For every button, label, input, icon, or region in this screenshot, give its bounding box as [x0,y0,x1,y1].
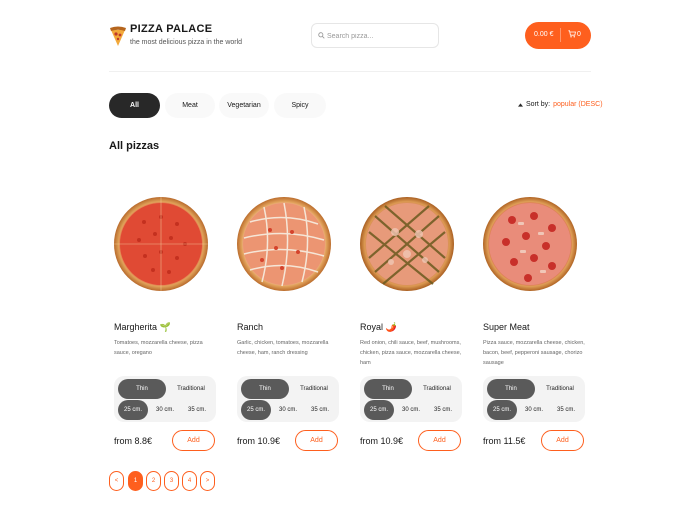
pizza-card: Super Meat Pizza sauce, mozzarella chees… [478,172,585,457]
size-25[interactable]: 25 cm. [487,400,517,420]
header: PIZZA PALACE the most delicious pizza in… [109,22,591,54]
pizza-price: from 10.9€ [237,436,281,446]
dough-thin[interactable]: Thin [487,379,535,399]
pizza-name-text: Margherita [114,322,158,332]
pizza-options: Thin Traditional 25 cm. 30 cm. 35 cm. [483,376,585,422]
cart-total: 0.00 € [534,31,554,38]
pizza-name: Ranch [237,322,263,332]
add-button[interactable]: Add [172,430,215,451]
cart-divider [560,28,561,42]
pizza-description: Pizza sauce, mozzarella cheese, chicken,… [483,340,585,366]
dough-thin[interactable]: Thin [118,379,166,399]
pizza-card: Ranch Garlic, chicken, tomatoes, mozzare… [232,172,339,457]
search-box[interactable] [311,23,439,48]
pagination-page-3[interactable]: 3 [164,471,179,491]
caret-up-icon [518,102,523,107]
size-30[interactable]: 30 cm. [396,400,426,420]
pizza-name: Super Meat [483,322,530,332]
category-spicy[interactable]: Spicy [274,93,326,118]
sort-value[interactable]: popular (DESC) [553,101,602,108]
size-25[interactable]: 25 cm. [118,400,148,420]
pagination-page-4[interactable]: 4 [182,471,197,491]
category-meat[interactable]: Meat [165,93,215,118]
pizza-price: from 8.8€ [114,436,153,446]
pizza-image [114,197,208,291]
dough-thin[interactable]: Thin [241,379,289,399]
pagination-page-2[interactable]: 2 [146,471,161,491]
pizza-name: Royal 🌶️ [360,322,397,333]
brand-title[interactable]: PIZZA PALACE [130,23,212,35]
add-button[interactable]: Add [541,430,584,451]
pizza-description: Garlic, chicken, tomatoes, mozzarella ch… [237,340,329,356]
category-vegetarian[interactable]: Vegetarian [219,93,269,118]
pagination-page-1[interactable]: 1 [128,471,143,491]
size-35[interactable]: 35 cm. [182,400,212,420]
size-30[interactable]: 30 cm. [273,400,303,420]
dough-thin[interactable]: Thin [364,379,412,399]
size-30[interactable]: 30 cm. [519,400,549,420]
pizza-options: Thin Traditional 25 cm. 30 cm. 35 cm. [237,376,339,422]
pagination-next[interactable]: > [200,471,215,491]
dough-traditional[interactable]: Traditional [414,379,460,399]
add-button[interactable]: Add [418,430,461,451]
cart-icon [568,30,576,38]
pizza-name-text: Ranch [237,322,264,332]
category-all[interactable]: All [109,93,160,118]
pizza-description: Red onion, chili sauce, beef, mushrooms,… [360,340,462,366]
pizza-name: Margherita 🌱 [114,322,171,333]
sort-control[interactable]: Sort by: popular (DESC) [518,101,603,108]
pizza-name-text: Super Meat [483,322,530,332]
cart-button[interactable]: 0.00 € 0 [525,22,591,49]
pizza-image [360,197,454,291]
pizza-price: from 10.9€ [360,436,404,446]
vegetarian-icon: 🌱 [159,322,171,332]
size-35[interactable]: 35 cm. [551,400,581,420]
size-25[interactable]: 25 cm. [241,400,271,420]
sort-label: Sort by: [526,101,551,108]
pizza-image [483,197,577,291]
add-button[interactable]: Add [295,430,338,451]
search-input[interactable] [327,27,435,45]
pizza-price: from 11.5€ [483,436,526,446]
pagination-prev[interactable]: < [109,471,124,491]
spicy-icon: 🌶️ [385,322,397,332]
cart-count: 0 [577,31,581,38]
search-icon [318,32,325,39]
header-divider [109,71,591,72]
pizza-card: Margherita 🌱 Tomatoes, mozzarella cheese… [109,172,216,457]
section-title: All pizzas [109,140,160,152]
size-25[interactable]: 25 cm. [364,400,394,420]
dough-traditional[interactable]: Traditional [291,379,337,399]
size-35[interactable]: 35 cm. [305,400,335,420]
dough-traditional[interactable]: Traditional [168,379,214,399]
pizza-logo-icon[interactable] [109,25,127,47]
pizza-card: Royal 🌶️ Red onion, chili sauce, beef, m… [355,172,462,457]
brand-tagline: the most delicious pizza in the world [130,39,243,46]
pizza-options: Thin Traditional 25 cm. 30 cm. 35 cm. [360,376,462,422]
pizza-name-text: Royal [360,322,384,332]
size-30[interactable]: 30 cm. [150,400,180,420]
pizza-options: Thin Traditional 25 cm. 30 cm. 35 cm. [114,376,216,422]
pizza-description: Tomatoes, mozzarella cheese, pizza sauce… [114,340,203,356]
pizza-image [237,197,331,291]
size-35[interactable]: 35 cm. [428,400,458,420]
dough-traditional[interactable]: Traditional [537,379,583,399]
